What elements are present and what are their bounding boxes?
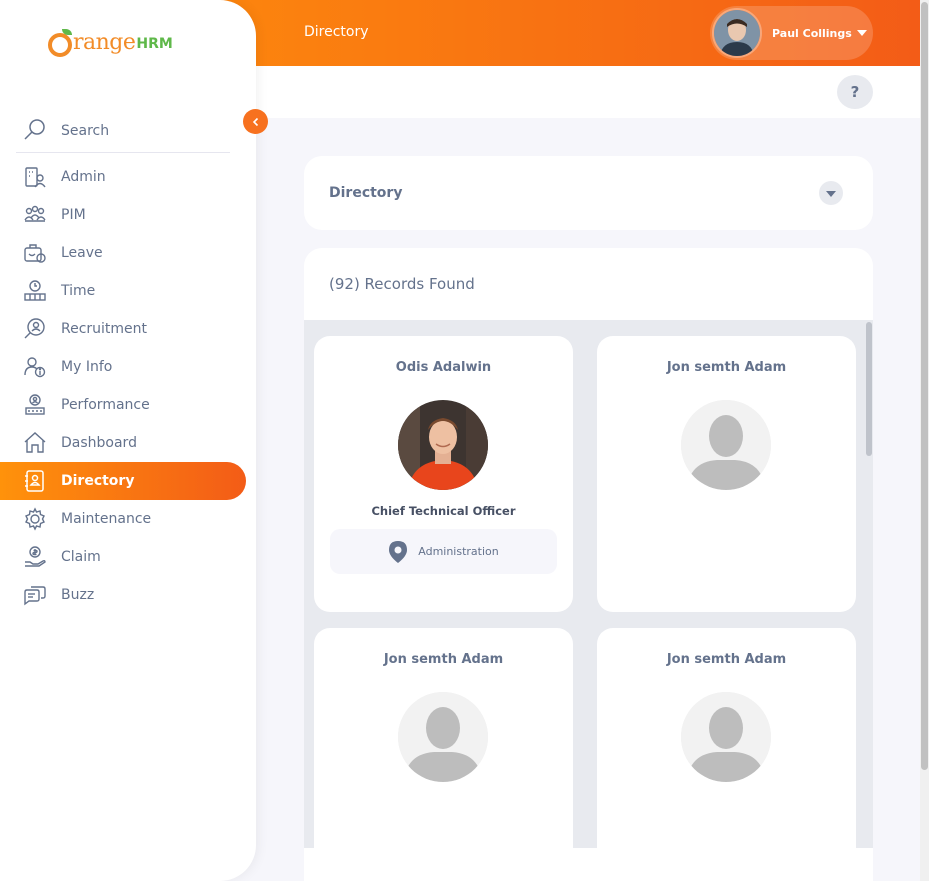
pim-icon [23, 203, 47, 227]
user-name: Paul Collings [772, 26, 852, 40]
employee-grid[interactable]: Odis Adalwin Chief Technical Officer Adm… [304, 320, 873, 848]
sidebar-search[interactable]: Search [16, 108, 230, 153]
sidebar-item-claim[interactable]: Claim [0, 538, 256, 576]
location-pin-icon [389, 540, 408, 563]
search-label: Search [61, 123, 110, 139]
chevron-left-icon [252, 117, 258, 126]
sidebar-item-time[interactable]: Time [0, 272, 256, 310]
sidebar: range HRM Search Admin PIM Leave Time Re… [0, 0, 256, 881]
employee-location-label: Administration [418, 545, 499, 558]
default-avatar-icon [681, 692, 771, 782]
maintenance-icon [23, 507, 47, 531]
search-icon [23, 118, 47, 142]
sidebar-item-recruitment[interactable]: Recruitment [0, 310, 256, 348]
results-panel: (92) Records Found Odis Adalwin Chief Te… [304, 248, 873, 881]
page-scrollbar-thumb[interactable] [921, 2, 928, 770]
chevron-down-icon [856, 30, 867, 36]
sidebar-item-maintenance[interactable]: Maintenance [0, 500, 256, 538]
sidebar-nav: Admin PIM Leave Time Recruitment My Info… [0, 158, 256, 614]
sidebar-item-label: Directory [61, 473, 135, 489]
records-count: (92) Records Found [329, 275, 475, 293]
filter-title: Directory [329, 185, 403, 201]
sidebar-item-dashboard[interactable]: Dashboard [0, 424, 256, 462]
user-menu[interactable]: Paul Collings [710, 6, 873, 60]
sidebar-item-leave[interactable]: Leave [0, 234, 256, 272]
orange-logo-icon [48, 29, 72, 57]
default-avatar-icon [398, 692, 488, 782]
sidebar-item-buzz[interactable]: Buzz [0, 576, 256, 614]
employee-photo [398, 400, 488, 490]
employee-card[interactable]: Odis Adalwin Chief Technical Officer Adm… [314, 336, 573, 612]
sidebar-item-label: Time [61, 283, 96, 299]
sidebar-item-label: Performance [61, 397, 150, 413]
sidebar-item-label: Buzz [61, 587, 95, 603]
buzz-icon [23, 583, 47, 607]
sidebar-item-label: My Info [61, 359, 113, 375]
time-icon [23, 279, 47, 303]
filter-toggle-button[interactable] [819, 181, 843, 205]
employee-name: Odis Adalwin [395, 360, 492, 375]
employee-name: Jon semth Adam [383, 652, 504, 667]
help-button[interactable]: ? [837, 75, 873, 109]
sidebar-item-label: Dashboard [61, 435, 137, 451]
sidebar-item-label: Recruitment [61, 321, 148, 337]
recruitment-icon [23, 317, 47, 341]
employee-card[interactable]: Jon semth Adam [314, 628, 573, 848]
grid-scrollbar[interactable] [865, 320, 873, 848]
sidebar-item-label: PIM [61, 207, 86, 223]
admin-icon [23, 165, 47, 189]
sidebar-item-label: Leave [61, 245, 103, 261]
employee-location: Administration [330, 529, 557, 574]
sidebar-item-label: Claim [61, 549, 101, 565]
dashboard-icon [23, 431, 47, 455]
directory-icon [23, 469, 47, 493]
default-avatar-icon [681, 400, 771, 490]
page-title: Directory [304, 24, 369, 40]
employee-card[interactable]: Jon semth Adam [597, 628, 856, 848]
employee-name: Jon semth Adam [666, 652, 787, 667]
employee-job-title: Chief Technical Officer [371, 504, 516, 518]
chevron-down-icon [826, 191, 836, 197]
leave-icon [23, 241, 47, 265]
directory-filter-panel: Directory [304, 156, 873, 230]
sidebar-item-directory[interactable]: Directory [0, 462, 246, 500]
sidebar-collapse-button[interactable] [243, 109, 268, 134]
sidebar-item-my-info[interactable]: My Info [0, 348, 256, 386]
employee-card[interactable]: Jon semth Adam [597, 336, 856, 612]
sidebar-item-admin[interactable]: Admin [0, 158, 256, 196]
grid-scrollbar-thumb[interactable] [866, 322, 872, 456]
sidebar-item-label: Maintenance [61, 511, 152, 527]
brand-name: range [73, 30, 136, 55]
user-avatar [712, 8, 762, 58]
brand-logo[interactable]: range HRM [48, 29, 173, 57]
claim-icon [23, 545, 47, 569]
employee-name: Jon semth Adam [666, 360, 787, 375]
performance-icon [23, 393, 47, 417]
sidebar-item-performance[interactable]: Performance [0, 386, 256, 424]
my-info-icon [23, 355, 47, 379]
page-scrollbar[interactable] [920, 0, 929, 881]
sidebar-item-label: Admin [61, 169, 106, 185]
sidebar-item-pim[interactable]: PIM [0, 196, 256, 234]
brand-suffix: HRM [136, 36, 173, 52]
